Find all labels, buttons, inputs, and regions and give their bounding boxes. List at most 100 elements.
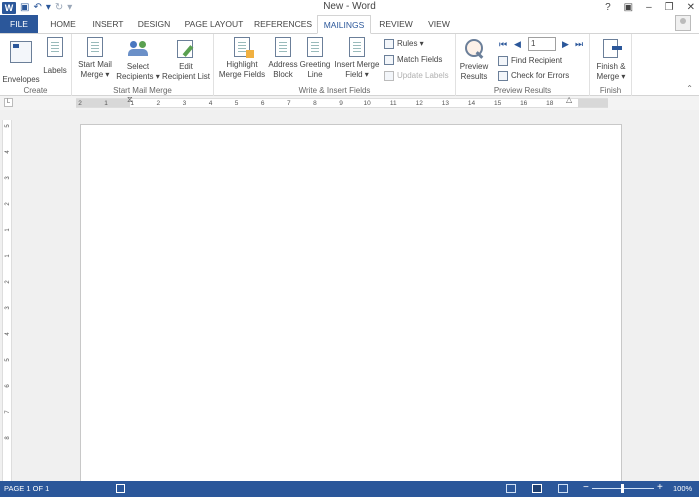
zoom-slider-thumb[interactable] bbox=[621, 484, 624, 493]
rules-icon bbox=[384, 38, 394, 49]
select-recipients-button[interactable]: Select Recipients ▾ bbox=[115, 37, 161, 82]
vertical-ruler-tick-label: 1 bbox=[5, 228, 11, 232]
print-layout-icon[interactable] bbox=[532, 484, 542, 493]
group-create: Envelopes Labels Create bbox=[0, 34, 72, 96]
vertical-ruler[interactable]: 5 4 3 2 1 1 2 3 4 5 6 7 8 bbox=[2, 120, 12, 481]
restore-icon[interactable]: ❐ bbox=[665, 2, 674, 13]
finish-merge-icon bbox=[600, 37, 622, 59]
page-info[interactable]: PAGE 1 OF 1 bbox=[4, 484, 49, 493]
vertical-ruler-tick-label: 3 bbox=[5, 176, 11, 180]
ruler-tick-label: 11 bbox=[389, 100, 397, 107]
ruler-tick-label: 3 bbox=[182, 100, 187, 107]
next-record-icon[interactable]: ▶ bbox=[562, 39, 569, 49]
window-controls: ? ▣ – ❐ ✕ bbox=[605, 0, 695, 15]
find-recipient-button[interactable]: Find Recipient bbox=[498, 54, 562, 67]
first-record-icon[interactable]: ⏮ bbox=[499, 39, 507, 49]
minimize-icon[interactable]: – bbox=[646, 2, 652, 13]
ruler-tick-label: 13 bbox=[441, 100, 450, 107]
group-label-finish: Finish bbox=[599, 86, 622, 95]
group-label-start-mail-merge: Start Mail Merge bbox=[113, 86, 172, 95]
start-mail-merge-button[interactable]: Start Mail Merge ▾ bbox=[75, 37, 115, 80]
start-mail-merge-label-1: Start Mail bbox=[78, 60, 112, 69]
finish-merge-button[interactable]: Finish & Merge ▾ bbox=[592, 37, 630, 82]
select-recipients-label-2: Recipients ▾ bbox=[116, 72, 160, 81]
document-area: 5 4 3 2 1 1 2 3 4 5 6 7 8 bbox=[0, 110, 699, 481]
tab-selector[interactable]: L bbox=[4, 98, 13, 107]
vertical-ruler-tick-label: 2 bbox=[5, 202, 11, 206]
tab-insert[interactable]: INSERT bbox=[86, 15, 130, 34]
envelopes-button[interactable]: Envelopes bbox=[2, 37, 40, 85]
start-mail-merge-label-2: Merge ▾ bbox=[80, 70, 110, 79]
vertical-ruler-tick-label: 5 bbox=[5, 358, 11, 362]
labels-button[interactable]: Labels bbox=[41, 37, 69, 76]
vertical-ruler-tick-label: 3 bbox=[5, 306, 11, 310]
tab-page-layout[interactable]: PAGE LAYOUT bbox=[178, 15, 250, 34]
record-number-input[interactable]: 1 bbox=[528, 37, 556, 51]
ruler-tick-label: 14 bbox=[467, 100, 476, 107]
ribbon: Envelopes Labels Create Start Mail Merge… bbox=[0, 33, 699, 96]
greeting-line-button[interactable]: Greeting Line bbox=[298, 37, 332, 80]
horizontal-ruler[interactable]: ⧖ △ 2 1 1 2 3 4 5 6 7 8 9 10 11 12 13 14 15 16 18 bbox=[76, 96, 608, 108]
vertical-ruler-tick-label: 7 bbox=[5, 410, 11, 414]
read-mode-icon[interactable] bbox=[506, 484, 516, 493]
greeting-label-1: Greeting bbox=[299, 60, 331, 69]
help-icon[interactable]: ? bbox=[605, 2, 611, 13]
right-indent-icon[interactable]: △ bbox=[566, 96, 572, 104]
user-avatar[interactable] bbox=[675, 15, 691, 31]
ruler-tick-label: 18 bbox=[546, 100, 554, 107]
last-record-icon[interactable]: ⏭ bbox=[575, 39, 583, 49]
previous-record-icon[interactable]: ◀ bbox=[514, 39, 521, 49]
ruler-tick-label: 2 bbox=[78, 100, 82, 107]
check-errors-button[interactable]: Check for Errors bbox=[498, 69, 569, 82]
edit-recipient-list-button[interactable]: Edit Recipient List bbox=[161, 37, 211, 82]
ribbon-display-options-icon[interactable]: ▣ bbox=[624, 2, 633, 13]
tab-home[interactable]: HOME bbox=[40, 15, 86, 34]
match-fields-label: Match Fields bbox=[397, 55, 443, 64]
proofing-icon[interactable] bbox=[116, 484, 125, 493]
address-label-1: Address bbox=[268, 60, 298, 69]
tab-design[interactable]: DESIGN bbox=[130, 15, 178, 34]
edit-recipient-label-1: Edit bbox=[179, 62, 193, 71]
preview-results-button[interactable]: Preview Results bbox=[457, 37, 491, 82]
tab-review[interactable]: REVIEW bbox=[372, 15, 420, 34]
update-labels-button[interactable]: Update Labels bbox=[384, 69, 449, 82]
ruler-tick-label: 9 bbox=[339, 100, 343, 107]
highlight-merge-fields-button[interactable]: Highlight Merge Fields bbox=[217, 37, 267, 80]
envelope-icon bbox=[10, 41, 32, 63]
preview-results-icon bbox=[463, 37, 485, 59]
tab-view[interactable]: VIEW bbox=[420, 15, 458, 34]
tab-mailings[interactable]: MAILINGS bbox=[317, 15, 371, 34]
ruler-tick-label: 5 bbox=[234, 100, 239, 107]
update-labels-icon bbox=[384, 70, 394, 81]
ruler-right-margin bbox=[578, 99, 608, 107]
edit-list-icon bbox=[175, 37, 197, 59]
zoom-out-icon[interactable]: − bbox=[583, 482, 589, 493]
tab-references[interactable]: REFERENCES bbox=[250, 15, 316, 34]
group-finish: Finish & Merge ▾ Finish bbox=[590, 34, 632, 96]
start-mail-merge-icon bbox=[87, 37, 103, 57]
close-icon[interactable]: ✕ bbox=[687, 2, 695, 13]
finish-label-2: Merge ▾ bbox=[596, 72, 626, 81]
check-errors-icon bbox=[498, 70, 508, 81]
insert-merge-field-button[interactable]: Insert Merge Field ▾ bbox=[332, 37, 382, 80]
ruler-tick-label: 2 bbox=[156, 100, 161, 107]
highlight-label-2: Merge Fields bbox=[218, 70, 266, 79]
vertical-ruler-tick-label: 1 bbox=[5, 254, 11, 258]
find-recipient-label: Find Recipient bbox=[511, 56, 563, 65]
tab-file[interactable]: FILE bbox=[0, 15, 38, 34]
address-block-button[interactable]: Address Block bbox=[267, 37, 299, 80]
match-fields-button[interactable]: Match Fields bbox=[384, 53, 442, 66]
document-page[interactable] bbox=[80, 124, 622, 481]
vertical-ruler-tick-label: 4 bbox=[5, 332, 11, 336]
group-label-create: Create bbox=[23, 86, 48, 95]
web-layout-icon[interactable] bbox=[558, 484, 568, 493]
zoom-level[interactable]: 100% bbox=[673, 484, 692, 493]
window-title: New - Word bbox=[323, 1, 376, 12]
vertical-ruler-tick-label: 5 bbox=[5, 124, 11, 128]
ruler-tick-label: 6 bbox=[260, 100, 265, 107]
rules-button[interactable]: Rules ▾ bbox=[384, 37, 424, 50]
title-bar: W ▣ ↶ ▾ ↻ ▾ New - Word ? ▣ – ❐ ✕ bbox=[0, 0, 699, 15]
collapse-ribbon-icon[interactable]: ⌃ bbox=[686, 84, 693, 93]
zoom-in-icon[interactable]: + bbox=[657, 482, 663, 493]
highlight-icon bbox=[234, 37, 254, 58]
